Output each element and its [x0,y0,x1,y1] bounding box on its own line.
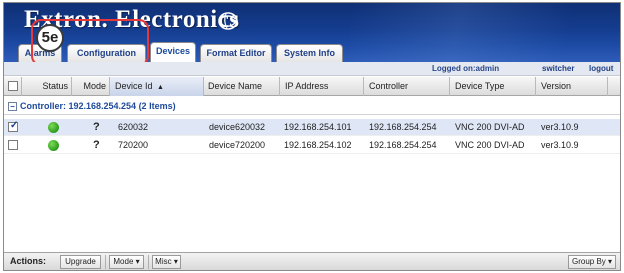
login-bar: Logged on:admin switcher logout [4,62,620,76]
row-version: ver3.10.9 [541,122,579,132]
row-device-id: 720200 [118,140,149,150]
row-ip-address: 192.168.254.102 [284,140,352,150]
switcher-link[interactable]: switcher [542,64,574,73]
table-header: Status Mode Device Id ▲ Device Name IP A… [4,77,620,96]
column-mode[interactable]: Mode [72,77,110,96]
table-row[interactable]: ? 620032 device620032 192.168.254.101 19… [4,119,620,136]
group-header[interactable]: − Controller: 192.168.254.254 (2 Items) [4,99,620,115]
column-device-name[interactable]: Device Name [204,77,280,96]
table-row[interactable]: ? 720200 device720200 192.168.254.102 19… [4,137,620,154]
column-version[interactable]: Version [536,77,608,96]
select-all-column[interactable] [4,77,22,96]
row-version: ver3.10.9 [541,140,579,150]
row-checkbox[interactable] [8,140,18,150]
sort-ascending-icon: ▲ [157,84,164,91]
row-device-name: device620032 [209,122,266,132]
row-controller: 192.168.254.254 [369,122,437,132]
status-ok-icon [48,122,59,133]
app-window: Extron. Electronics Alarms Configuration… [3,2,621,271]
tab-devices[interactable]: Devices [150,42,196,62]
misc-menu-button[interactable]: Misc ▾ [152,255,181,269]
banner-decoration [350,3,620,62]
upgrade-button[interactable]: Upgrade [60,255,101,269]
actions-label: Actions: [10,256,46,266]
row-mode: ? [93,139,100,151]
annotation-step-badge: 5e [36,24,64,52]
row-device-name: device720200 [209,140,266,150]
row-controller: 192.168.254.254 [369,140,437,150]
row-device-type: VNC 200 DVI-AD [455,122,525,132]
tab-system-info[interactable]: System Info [276,44,343,62]
status-ok-icon [48,140,59,151]
select-all-checkbox[interactable] [8,81,18,91]
toolbar-divider [148,255,149,269]
column-device-id-label: Device Id [115,81,153,91]
toolbar-divider [105,255,106,269]
column-device-id[interactable]: Device Id ▲ [110,77,204,96]
row-device-id: 620032 [118,122,149,132]
collapse-group-icon[interactable]: − [8,102,17,111]
column-controller[interactable]: Controller [364,77,450,96]
row-device-type: VNC 200 DVI-AD [455,140,525,150]
row-checkbox[interactable] [8,120,18,132]
logged-on-text: Logged on:admin [432,64,500,73]
logout-link[interactable]: logout [589,64,613,73]
row-mode: ? [93,121,100,133]
tab-format-editor[interactable]: Format Editor [200,44,272,62]
row-ip-address: 192.168.254.101 [284,122,352,132]
column-status[interactable]: Status [22,77,72,96]
column-device-type[interactable]: Device Type [450,77,536,96]
group-by-button[interactable]: Group By ▾ [568,255,616,269]
group-label: Controller: 192.168.254.254 (2 Items) [20,101,176,111]
mode-menu-button[interactable]: Mode ▾ [109,255,144,269]
actions-toolbar: Actions: Upgrade Mode ▾ Misc ▾ Group By … [4,252,620,270]
logo-globe-icon [218,12,238,30]
column-ip-address[interactable]: IP Address [280,77,364,96]
